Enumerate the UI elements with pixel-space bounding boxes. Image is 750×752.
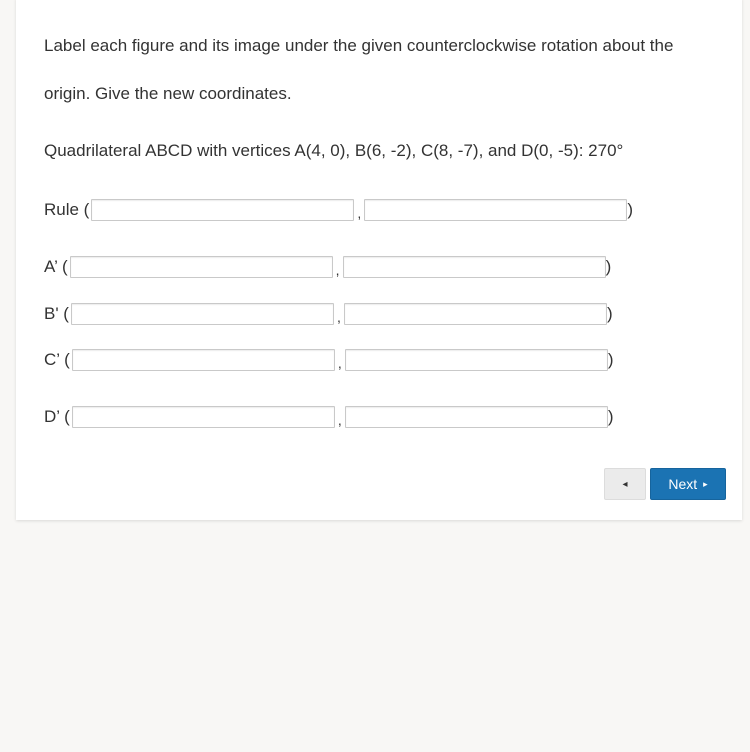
b-prime-y-input[interactable] <box>343 303 607 325</box>
d-prime-y-input[interactable] <box>344 406 608 428</box>
c-prime-row: C’ ( , ) <box>44 348 613 372</box>
rule-row: Rule ( , ) <box>44 198 633 222</box>
comma: , <box>337 355 342 371</box>
close-paren: ) <box>605 257 612 276</box>
b-prime-label: B' ( <box>44 304 69 323</box>
close-paren: ) <box>606 304 613 323</box>
a-prime-y-input[interactable] <box>342 256 606 278</box>
question-card: Label each figure and its image under th… <box>16 0 742 520</box>
arrow-left-icon: ◂ <box>622 478 628 490</box>
arrow-right-icon: ▸ <box>703 478 708 489</box>
rule-y-input[interactable] <box>364 199 628 221</box>
previous-button[interactable]: ◂ <box>604 468 646 500</box>
d-prime-label: D’ ( <box>44 407 70 426</box>
rule-x-input[interactable] <box>91 199 355 221</box>
comma: , <box>337 412 342 428</box>
next-button[interactable]: Next ▸ <box>650 468 726 500</box>
d-prime-row: D’ ( , ) <box>44 405 613 429</box>
comma: , <box>337 309 341 325</box>
problem-statement: Quadrilateral ABCD with vertices A(4, 0)… <box>44 141 624 160</box>
close-paren: ) <box>607 350 614 369</box>
instructions-line-2: origin. Give the new coordinates. <box>44 84 292 103</box>
comma: , <box>335 262 340 278</box>
next-label: Next <box>668 476 698 492</box>
b-prime-x-input[interactable] <box>70 303 334 325</box>
d-prime-x-input[interactable] <box>71 406 335 428</box>
comma: , <box>357 205 362 221</box>
close-paren: ) <box>607 407 614 426</box>
rule-label: Rule ( <box>44 200 90 219</box>
close-paren: ) <box>627 200 634 219</box>
a-prime-label: A’ ( <box>44 257 68 276</box>
c-prime-x-input[interactable] <box>71 349 335 371</box>
a-prime-x-input[interactable] <box>69 256 333 278</box>
c-prime-y-input[interactable] <box>344 349 608 371</box>
a-prime-row: A’ ( , ) <box>44 255 611 279</box>
b-prime-row: B' ( , ) <box>44 302 613 326</box>
c-prime-label: C’ ( <box>44 350 70 369</box>
instructions-line-1: Label each figure and its image under th… <box>44 36 674 55</box>
